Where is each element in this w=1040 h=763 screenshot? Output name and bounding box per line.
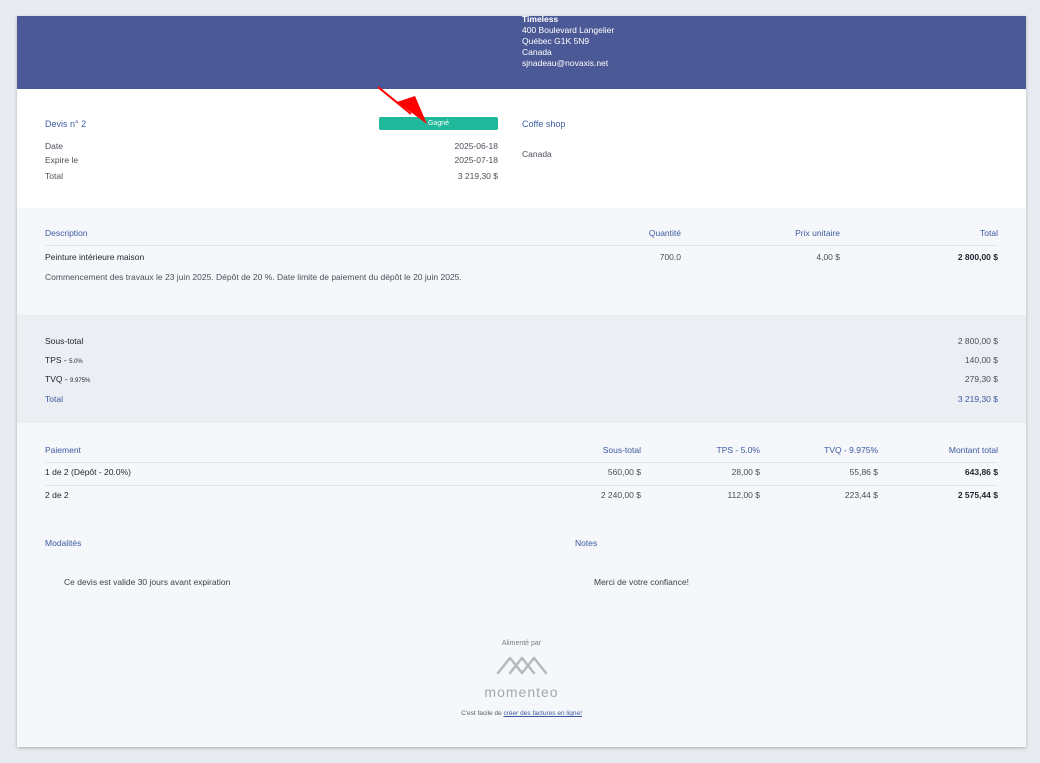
tps-label-wrap: TPS - 5.0% [45,355,83,365]
col-pay-total: Montant total [948,445,998,455]
annotation-arrow-icon [377,86,427,124]
col-payment: Paiement [45,445,81,455]
item-total: 2 800,00 $ [957,252,998,262]
brand-name: momenteo [484,684,559,700]
payment-subtotal: 2 240,00 $ [600,490,641,500]
quote-total-label: Total [45,171,63,181]
quote-info: Devis n° 2 Gagné Date 2025-06-18 Expire … [17,89,1026,208]
payment-total: 643,86 $ [964,467,998,477]
payment-tps: 28,00 $ [731,467,760,477]
col-description: Description [45,228,88,238]
tps-label: TPS - [45,355,70,365]
quote-total-row: Total 3 219,30 $ [45,171,498,181]
col-pay-subtotal: Sous-total [602,445,641,455]
quote-expiry-row: Expire le 2025-07-18 [45,155,498,165]
tps-value: 140,00 $ [964,355,998,365]
footer-tagline: C'est facile de créer des factures en li… [17,710,1026,717]
quote-date-row: Date 2025-06-18 [45,141,498,151]
item-quantity: 700.0 [659,252,681,262]
payment-subtotal: 560,00 $ [607,467,641,477]
footer: Alimenté par momenteo C'est facile de cr… [17,640,1026,717]
totals-section [17,315,1026,423]
notes-text: Merci de votre confiance! [594,577,689,587]
grand-total-label: Total [45,394,63,404]
col-quantity: Quantité [648,228,681,238]
payment-tvq: 223,44 $ [844,490,878,500]
quote-date-value: 2025-06-18 [454,141,498,151]
quote-total-value: 3 219,30 $ [457,171,498,181]
tvq-rate: 9.975% [70,378,91,384]
tvq-label: TVQ - [45,374,71,384]
payment-tps: 112,00 $ [727,490,760,500]
client-name: Coffe shop [522,119,566,129]
company-block: Timeless 400 Boulevard Langelier Québec … [522,14,614,69]
company-country: Canada [522,47,552,57]
divider [45,245,998,246]
quote-expiry-value: 2025-07-18 [454,155,498,165]
divider [45,485,998,486]
quote-number: Devis n° 2 [45,119,87,129]
momenteo-logo-icon [17,653,1026,682]
subtotal-label: Sous-total [45,336,84,346]
footer-tagline-text: C'est facile de [461,710,504,717]
payment-label: 1 de 2 (Dépôt - 20.0%) [45,467,131,477]
header-band: Timeless 400 Boulevard Langelier Québec … [17,14,1026,89]
tvq-label-wrap: TVQ - 9.975% [45,374,90,384]
grand-total-value: 3 219,30 $ [957,394,998,404]
col-pay-tvq: TVQ - 9.975% [824,445,878,455]
quote-date-label: Date [45,141,63,151]
col-pay-tps: TPS - 5.0% [716,445,760,455]
item-name: Peinture intérieure maison [45,252,145,262]
col-unit-price: Prix unitaire [795,228,840,238]
quote-expiry-label: Expire le [45,155,79,165]
subtotal-value: 2 800,00 $ [957,336,998,346]
company-email: sjnadeau@novaxis.net [522,58,609,68]
payment-total: 2 575,44 $ [957,490,998,500]
powered-by-label: Alimenté par [501,640,542,647]
payment-label: 2 de 2 [45,490,69,500]
tps-rate: 5.0% [69,359,83,365]
quote-document: Timeless 400 Boulevard Langelier Québec … [17,14,1026,747]
company-address: 400 Boulevard Langelier [522,25,615,35]
company-name: Timeless [522,14,559,24]
client-country: Canada [522,149,552,159]
terms-text: Ce devis est valide 30 jours avant expir… [64,577,231,587]
item-unit-price: 4,00 $ [816,252,840,262]
create-invoices-link[interactable]: créer des factures en ligne! [504,710,582,717]
item-note-text: Commencement des travaux le 23 juin 2025… [45,272,462,282]
company-city: Québec G1K 5N9 [522,36,590,46]
col-total: Total [980,228,998,238]
terms-heading: Modalités [45,538,82,548]
tvq-value: 279,30 $ [964,374,998,384]
divider [45,462,998,463]
notes-heading: Notes [575,538,598,548]
payment-tvq: 55,86 $ [849,467,878,477]
